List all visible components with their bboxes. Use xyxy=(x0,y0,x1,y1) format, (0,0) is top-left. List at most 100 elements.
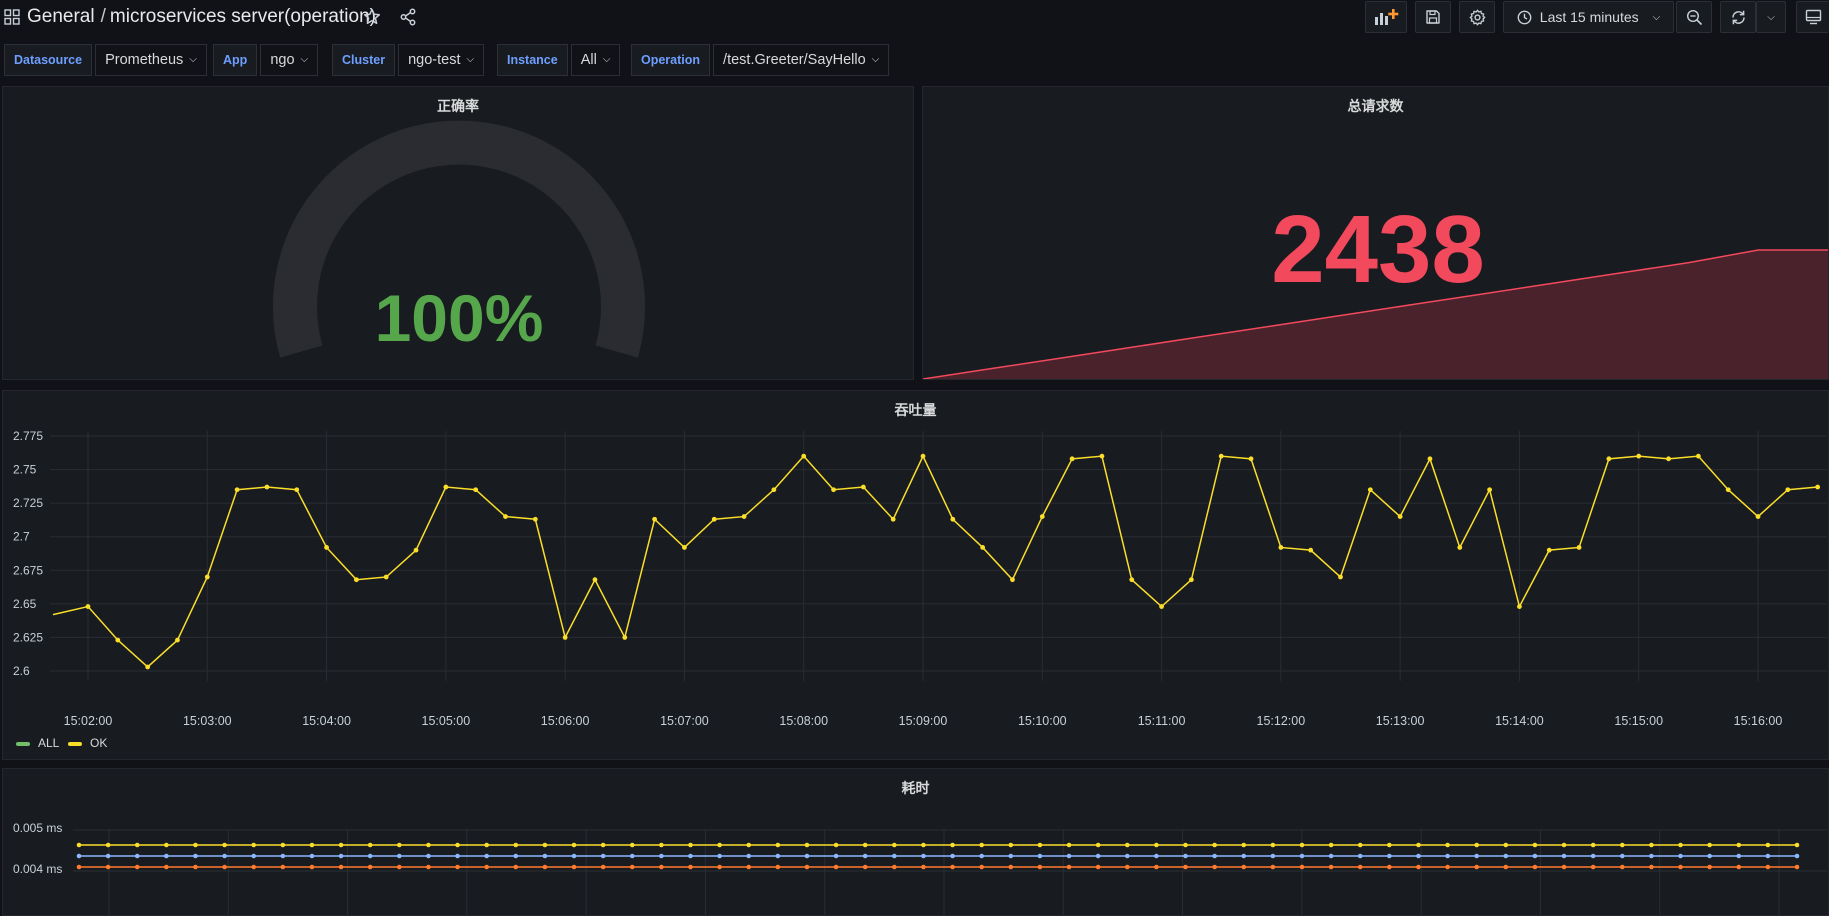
legend-item-ok[interactable]: OK xyxy=(68,736,107,750)
y-tick-label: 0.004 ms xyxy=(13,862,62,876)
data-point xyxy=(746,864,752,870)
data-point xyxy=(367,842,373,848)
data-point xyxy=(455,864,460,870)
data-point xyxy=(1154,842,1159,848)
data-point xyxy=(484,853,489,859)
data-point xyxy=(1095,864,1101,870)
data-point xyxy=(397,864,402,870)
variable-app: App ngo ⌵ xyxy=(213,44,319,76)
data-point xyxy=(682,545,687,550)
data-point xyxy=(1183,853,1188,859)
breadcrumb-folder[interactable]: General xyxy=(27,6,95,27)
data-point xyxy=(1725,487,1731,493)
data-point xyxy=(629,853,635,859)
data-point xyxy=(892,864,897,870)
data-point xyxy=(1095,842,1101,848)
latency-chart: 0.005 ms 0.004 ms xyxy=(13,821,1827,915)
data-point xyxy=(455,842,460,848)
legend-label: OK xyxy=(90,736,107,750)
apps-grid-icon[interactable] xyxy=(4,9,20,25)
data-point xyxy=(1387,853,1392,859)
share-icon[interactable] xyxy=(399,8,417,26)
data-point xyxy=(76,842,82,848)
page-title[interactable]: microservices server(operation) xyxy=(110,6,376,27)
data-point xyxy=(688,853,693,859)
add-panel-button[interactable] xyxy=(1365,1,1407,33)
save-icon xyxy=(1426,10,1440,24)
y-tick-label: 2.725 xyxy=(13,496,43,510)
x-tick-label: 15:14:00 xyxy=(1495,714,1544,728)
star-icon[interactable] xyxy=(363,8,381,26)
top-navbar: General / microservices server(operation) xyxy=(0,0,1829,34)
data-point xyxy=(193,853,198,859)
data-point xyxy=(1678,853,1683,859)
dashboard-settings-button[interactable] xyxy=(1459,1,1495,33)
variable-datasource: Datasource Prometheus ⌵ xyxy=(4,44,207,76)
data-point xyxy=(1474,842,1479,848)
zoom-out-button[interactable] xyxy=(1676,1,1712,33)
save-dashboard-button[interactable] xyxy=(1415,1,1451,33)
data-point xyxy=(1561,842,1567,848)
data-point xyxy=(1008,842,1014,848)
data-point xyxy=(1387,864,1392,870)
instance-select[interactable]: All ⌵ xyxy=(570,44,621,76)
data-point xyxy=(950,853,955,859)
data-point xyxy=(1037,842,1043,848)
refresh-interval-dropdown[interactable]: ⌵ xyxy=(1756,1,1786,33)
cluster-select[interactable]: ngo-test ⌵ xyxy=(398,44,485,76)
data-point xyxy=(1328,842,1334,848)
data-point xyxy=(1445,842,1450,848)
refresh-button[interactable] xyxy=(1720,1,1756,33)
data-point xyxy=(264,484,270,490)
gauge-panel[interactable]: 正确率 100% xyxy=(2,86,914,380)
data-point xyxy=(659,842,664,848)
data-point xyxy=(741,514,747,519)
data-point xyxy=(1357,864,1363,870)
data-point xyxy=(1503,853,1509,859)
tv-mode-button[interactable] xyxy=(1796,1,1829,33)
data-point xyxy=(1590,842,1596,848)
data-point xyxy=(979,864,984,870)
data-point xyxy=(1328,864,1334,870)
throughput-panel[interactable]: 吞吐量 2.775 2.75 2.725 2.7 2.675 2.65 2.625 2.6 1… xyxy=(2,390,1829,760)
data-point xyxy=(1154,864,1159,870)
data-point xyxy=(1124,842,1130,848)
app-select[interactable]: ngo ⌵ xyxy=(260,44,319,76)
data-point xyxy=(659,864,664,870)
legend-item-all[interactable]: ALL xyxy=(16,736,60,750)
x-tick-label: 15:07:00 xyxy=(660,714,709,728)
chevron-down-icon: ⌵ xyxy=(1767,11,1775,23)
data-point xyxy=(1678,864,1683,870)
data-point xyxy=(426,853,431,859)
stat-panel[interactable]: 总请求数 2438 xyxy=(922,86,1829,380)
latency-panel[interactable]: 耗时 0.005 ms 0.004 ms xyxy=(2,768,1829,916)
operation-select[interactable]: /test.Greeter/SayHello ⌵ xyxy=(713,44,890,76)
data-point xyxy=(920,453,926,459)
data-point xyxy=(280,864,286,870)
data-point xyxy=(592,577,598,583)
data-point xyxy=(1503,864,1509,870)
data-point xyxy=(1387,842,1392,848)
data-point xyxy=(1124,853,1130,859)
datasource-select[interactable]: Prometheus ⌵ xyxy=(95,44,207,76)
data-point xyxy=(1416,864,1421,870)
data-point xyxy=(1457,545,1463,550)
x-tick-label: 15:15:00 xyxy=(1614,714,1663,728)
data-point xyxy=(484,864,489,870)
data-point xyxy=(1270,842,1276,848)
data-point xyxy=(145,664,151,670)
y-tick-label: 2.6 xyxy=(13,664,30,678)
data-point xyxy=(804,842,810,848)
data-point xyxy=(1248,456,1254,462)
data-point xyxy=(105,853,111,859)
data-point xyxy=(397,853,402,859)
time-range-picker[interactable]: Last 15 minutes ⌵ xyxy=(1503,1,1674,33)
data-point xyxy=(222,864,227,870)
data-point xyxy=(1815,484,1821,490)
data-point xyxy=(76,853,82,859)
data-point xyxy=(1099,453,1105,459)
data-point xyxy=(175,637,180,643)
data-point xyxy=(513,842,519,848)
data-point xyxy=(1338,574,1343,580)
data-point xyxy=(1124,864,1130,870)
